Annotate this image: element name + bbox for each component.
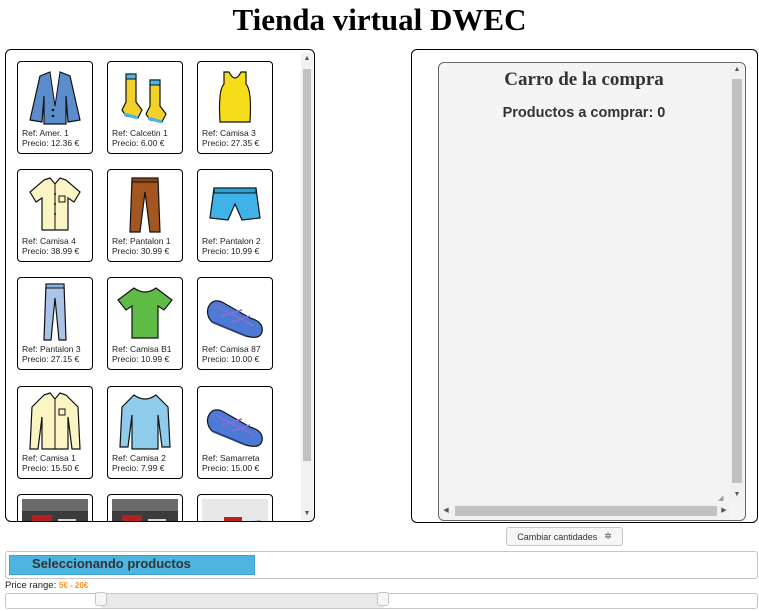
product-card[interactable] [17,494,93,521]
scroll-up-arrow-icon[interactable]: ▲ [730,64,744,76]
change-quantities-button[interactable]: Cambiar cantidades ✲ [506,527,623,546]
product-price: Precio: 27.35 € [202,138,260,148]
race-car-photo-icon[interactable] [202,499,268,521]
product-card[interactable] [197,494,273,521]
status-progressbar: Seleccionando productos [5,551,758,579]
tank-top-icon[interactable] [202,66,268,126]
scrollbar-thumb[interactable] [303,69,311,461]
product-ref: Ref: Samarreta [202,453,260,463]
racing-photo-icon[interactable] [112,499,178,521]
product-price: Precio: 27.15 € [22,354,80,364]
slider-handle-min[interactable] [95,592,107,606]
jeans-icon[interactable] [22,282,88,342]
scrollbar-thumb[interactable] [455,506,717,516]
product-card[interactable]: Ref: Pantalon 2 Precio: 10.99 € [197,169,273,262]
cart-vertical-scrollbar[interactable]: ▲ ▼ [730,64,744,501]
scroll-down-arrow-icon[interactable]: ▼ [730,489,744,501]
racing-photo-icon[interactable] [22,499,88,521]
product-ref: Ref: Camisa 4 [22,236,76,246]
product-ref: Ref: Calcetin 1 [112,128,168,138]
product-ref: Ref: Camisa 3 [202,128,256,138]
shorts-icon[interactable] [202,174,268,234]
sweater-icon[interactable] [112,391,178,451]
catalog-scrollbar[interactable]: ▲ ▼ [301,53,313,520]
product-price: Precio: 7.99 € [112,463,165,473]
product-ref: Ref: Camisa 87 [202,344,261,354]
cart-horizontal-scrollbar[interactable]: ◀ ▶ [440,503,730,519]
product-ref: Ref: Pantalon 3 [22,344,81,354]
product-ref: Ref: Camisa B1 [112,344,172,354]
scroll-down-arrow-icon[interactable]: ▼ [301,508,313,520]
status-label: Seleccionando productos [32,556,191,571]
product-ref: Ref: Pantalon 1 [112,236,171,246]
slider-handle-max[interactable] [377,592,389,606]
cart-panel: Carro de la compra Productos a comprar: … [411,49,758,523]
product-grid: Ref: Amer. 1 Precio: 12.36 € Ref: Calcetin… [6,50,301,521]
product-card[interactable]: Ref: Camisa B1 Precio: 10.99 € [107,277,183,370]
product-ref: Ref: Camisa 1 [22,453,76,463]
cart-title: Carro de la compra [504,69,664,90]
product-price: Precio: 10.99 € [202,246,260,256]
product-price: Precio: 12.36 € [22,138,80,148]
scrollbar-thumb[interactable] [732,79,742,483]
price-range-label: Price range: 5€ - 20€ [5,580,88,591]
product-ref: Ref: Camisa 2 [112,453,166,463]
resize-grip-icon[interactable]: ◢ [718,494,726,502]
product-card[interactable]: Ref: Pantalon 1 Precio: 30.99 € [107,169,183,262]
product-ref: Ref: Pantalon 2 [202,236,261,246]
socks-icon[interactable] [112,66,178,126]
scroll-up-arrow-icon[interactable]: ▲ [301,53,313,65]
product-card[interactable]: Ref: Camisa 1 Precio: 15.50 € [17,386,93,479]
product-card[interactable]: Ref: Amer. 1 Precio: 12.36 € [17,61,93,154]
cart-dropzone[interactable]: Carro de la compra Productos a comprar: … [438,62,746,521]
price-range-caption: Price range: [5,580,57,591]
gear-icon: ✲ [604,531,612,541]
product-card[interactable]: Ref: Calcetin 1 Precio: 6.00 € [107,61,183,154]
product-price: Precio: 10.00 € [202,354,260,364]
product-card[interactable]: Ref: Camisa 4 Precio: 38.99 € [17,169,93,262]
trousers-icon[interactable] [112,174,178,234]
cart-product-count: Productos a comprar: 0 [502,105,666,121]
short-sleeve-shirt-icon[interactable] [22,174,88,234]
change-quantities-label: Cambiar cantidades [517,531,598,542]
product-catalog: Ref: Amer. 1 Precio: 12.36 € Ref: Calcetin… [5,49,315,522]
product-ref: Ref: Amer. 1 [22,128,69,138]
product-price: Precio: 38.99 € [22,246,80,256]
long-sleeve-shirt-icon[interactable] [22,391,88,451]
page-title: Tienda virtual DWEC [232,2,527,37]
product-price: Precio: 10.99 € [112,354,170,364]
product-price: Precio: 15.50 € [22,463,80,473]
slipper-icon[interactable] [202,282,268,342]
slipper-icon[interactable] [202,391,268,451]
product-card[interactable]: Ref: Camisa 2 Precio: 7.99 € [107,386,183,479]
slider-range [101,594,384,608]
product-card[interactable]: Ref: Camisa 3 Precio: 27.35 € [197,61,273,154]
product-card[interactable] [107,494,183,521]
product-card[interactable]: Ref: Camisa 87 Precio: 10.00 € [197,277,273,370]
product-card[interactable]: Ref: Samarreta Precio: 15.00 € [197,386,273,479]
product-price: Precio: 15.00 € [202,463,260,473]
tshirt-icon[interactable] [112,282,178,342]
price-range-slider[interactable] [5,592,758,609]
scroll-right-arrow-icon[interactable]: ▶ [718,503,730,519]
product-price: Precio: 6.00 € [112,138,165,148]
price-range-value: 5€ - 20€ [58,581,89,590]
product-price: Precio: 30.99 € [112,246,170,256]
blazer-icon[interactable] [22,66,88,126]
product-card[interactable]: Ref: Pantalon 3 Precio: 27.15 € [17,277,93,370]
scroll-left-arrow-icon[interactable]: ◀ [440,503,452,519]
